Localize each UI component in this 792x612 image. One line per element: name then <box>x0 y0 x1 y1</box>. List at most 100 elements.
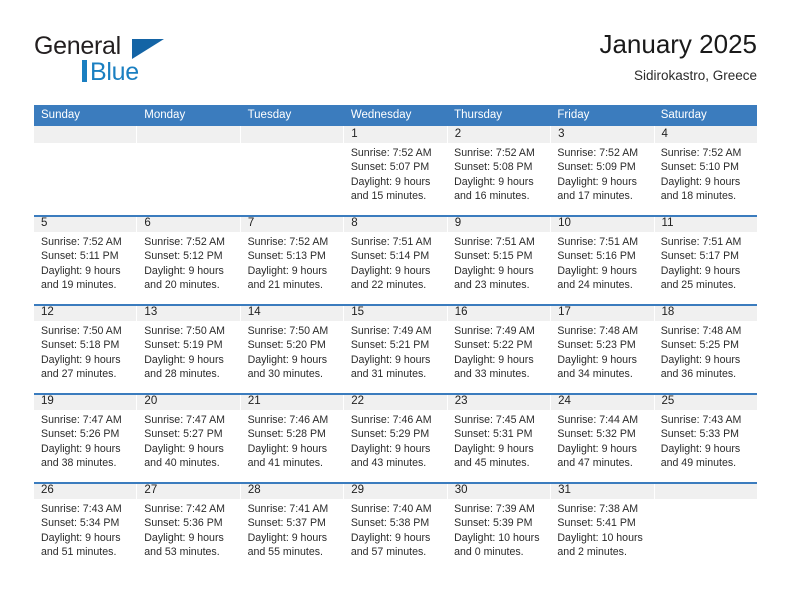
day-cell[interactable]: Sunrise: 7:47 AM Sunset: 5:27 PM Daylight:… <box>137 410 240 482</box>
day-cell[interactable]: Sunrise: 7:52 AM Sunset: 5:08 PM Daylight:… <box>447 143 550 215</box>
day-detail-line: Sunrise: 7:52 AM <box>557 147 639 159</box>
day-detail-line: Daylight: 9 hours <box>247 353 328 366</box>
day-detail-line: Sunset: 5:41 PM <box>557 517 636 530</box>
day-detail-line: Sunset: 5:21 PM <box>350 339 430 352</box>
day-detail-line: Daylight: 9 hours <box>247 264 328 277</box>
day-cell[interactable]: Sunrise: 7:40 AM Sunset: 5:38 PM Daylight:… <box>344 499 447 571</box>
day-detail-line: Sunrise: 7:50 AM <box>247 325 329 337</box>
day-cell[interactable]: Sunrise: 7:48 AM Sunset: 5:23 PM Daylight:… <box>550 321 653 393</box>
day-cell[interactable]: Sunrise: 7:44 AM Sunset: 5:32 PM Daylight:… <box>550 410 653 482</box>
day-number[interactable]: 8 <box>344 215 448 232</box>
day-cell[interactable]: Sunrise: 7:50 AM Sunset: 5:19 PM Daylight:… <box>137 321 240 393</box>
day-cell-empty <box>241 143 344 215</box>
day-cell[interactable]: Sunrise: 7:43 AM Sunset: 5:33 PM Daylight:… <box>654 410 757 482</box>
day-detail-line: Sunrise: 7:52 AM <box>660 147 742 159</box>
day-detail-line: Sunset: 5:23 PM <box>557 339 636 352</box>
day-number[interactable]: 15 <box>344 304 448 321</box>
day-number[interactable]: 2 <box>447 126 552 143</box>
day-number[interactable]: 21 <box>240 393 345 410</box>
brand-logo[interactable]: General Blue <box>34 32 234 88</box>
day-number[interactable]: 31 <box>551 482 655 499</box>
day-number[interactable]: 1 <box>344 126 448 143</box>
day-detail-line: Daylight: 9 hours <box>557 353 637 366</box>
day-cell[interactable]: Sunrise: 7:41 AM Sunset: 5:37 PM Daylight:… <box>241 499 344 571</box>
day-detail-line: Sunrise: 7:50 AM <box>41 325 122 337</box>
week-date-number-band: 1234 <box>34 126 757 143</box>
day-number[interactable]: 29 <box>344 482 448 499</box>
day-number[interactable]: 27 <box>137 482 241 499</box>
day-detail-line: Daylight: 9 hours <box>144 442 224 455</box>
day-number[interactable]: 6 <box>137 215 241 232</box>
day-detail-line: and 31 minutes. <box>350 368 427 381</box>
day-detail-line: Sunrise: 7:51 AM <box>557 236 639 248</box>
day-cell[interactable]: Sunrise: 7:38 AM Sunset: 5:41 PM Daylight:… <box>550 499 653 571</box>
day-cell[interactable]: Sunrise: 7:48 AM Sunset: 5:25 PM Daylight:… <box>654 321 757 393</box>
day-detail-line: Daylight: 9 hours <box>144 353 224 366</box>
day-detail-line: and 53 minutes. <box>144 546 220 559</box>
day-detail-line: Sunset: 5:39 PM <box>454 517 533 530</box>
day-number[interactable]: 5 <box>34 215 138 232</box>
day-number[interactable]: 7 <box>240 215 345 232</box>
day-detail-line: Sunrise: 7:46 AM <box>350 414 432 426</box>
day-cell[interactable]: Sunrise: 7:50 AM Sunset: 5:18 PM Daylight:… <box>34 321 137 393</box>
day-detail-line: Sunrise: 7:51 AM <box>454 236 535 248</box>
day-detail-line: and 15 minutes. <box>350 190 427 203</box>
day-number[interactable]: 17 <box>551 304 655 321</box>
day-number[interactable]: 23 <box>447 393 552 410</box>
day-cell[interactable]: Sunrise: 7:50 AM Sunset: 5:20 PM Daylight:… <box>241 321 344 393</box>
day-number[interactable]: 28 <box>240 482 345 499</box>
day-cell[interactable]: Sunrise: 7:39 AM Sunset: 5:39 PM Daylight:… <box>447 499 550 571</box>
day-cell[interactable]: Sunrise: 7:42 AM Sunset: 5:36 PM Daylight:… <box>137 499 240 571</box>
day-cell[interactable]: Sunrise: 7:51 AM Sunset: 5:16 PM Daylight:… <box>550 232 653 304</box>
day-detail-line: Sunrise: 7:48 AM <box>557 325 639 337</box>
day-cell[interactable]: Sunrise: 7:49 AM Sunset: 5:21 PM Daylight:… <box>344 321 447 393</box>
day-cell[interactable]: Sunrise: 7:51 AM Sunset: 5:15 PM Daylight:… <box>447 232 550 304</box>
day-cell[interactable]: Sunrise: 7:52 AM Sunset: 5:07 PM Daylight:… <box>344 143 447 215</box>
day-number[interactable]: 24 <box>551 393 655 410</box>
day-number[interactable]: 18 <box>654 304 757 321</box>
day-detail-line: and 28 minutes. <box>144 368 220 381</box>
day-number[interactable]: 26 <box>34 482 138 499</box>
day-detail-line: Sunset: 5:09 PM <box>557 161 636 174</box>
day-cell[interactable]: Sunrise: 7:43 AM Sunset: 5:34 PM Daylight:… <box>34 499 137 571</box>
day-number[interactable]: 4 <box>654 126 757 143</box>
calendar-week-row: 12 13 14 15 16 17 18 Sunrise: 7:50 AM Sunset: 5:… <box>34 304 757 393</box>
day-cell[interactable]: Sunrise: 7:52 AM Sunset: 5:09 PM Daylight:… <box>550 143 653 215</box>
day-detail-line: Sunrise: 7:43 AM <box>660 414 742 426</box>
day-detail-line: Sunrise: 7:40 AM <box>350 503 432 515</box>
day-number[interactable]: 9 <box>447 215 552 232</box>
day-cell[interactable]: Sunrise: 7:52 AM Sunset: 5:12 PM Daylight:… <box>137 232 240 304</box>
day-cell[interactable]: Sunrise: 7:52 AM Sunset: 5:13 PM Daylight:… <box>241 232 344 304</box>
day-detail-line: Sunset: 5:31 PM <box>454 428 533 441</box>
day-number[interactable]: 16 <box>447 304 552 321</box>
day-number[interactable]: 10 <box>551 215 655 232</box>
day-number[interactable]: 3 <box>551 126 655 143</box>
day-number[interactable]: 30 <box>447 482 552 499</box>
day-number[interactable]: 13 <box>137 304 241 321</box>
day-number[interactable]: 25 <box>654 393 757 410</box>
day-cell[interactable]: Sunrise: 7:52 AM Sunset: 5:11 PM Daylight:… <box>34 232 137 304</box>
day-number[interactable]: 14 <box>240 304 345 321</box>
day-detail-line: and 51 minutes. <box>41 546 117 559</box>
day-number[interactable]: 19 <box>34 393 138 410</box>
day-detail-line: Sunset: 5:07 PM <box>350 161 430 174</box>
day-detail-line: Sunset: 5:13 PM <box>247 250 326 263</box>
day-number[interactable]: 11 <box>654 215 757 232</box>
day-detail-line: and 47 minutes. <box>557 457 633 470</box>
day-cell[interactable]: Sunrise: 7:51 AM Sunset: 5:17 PM Daylight:… <box>654 232 757 304</box>
day-cell[interactable]: Sunrise: 7:52 AM Sunset: 5:10 PM Daylight:… <box>654 143 757 215</box>
day-cell[interactable]: Sunrise: 7:46 AM Sunset: 5:28 PM Daylight:… <box>241 410 344 482</box>
day-detail-line: and 19 minutes. <box>41 279 117 292</box>
day-detail-line: Daylight: 9 hours <box>660 175 741 188</box>
day-cell[interactable]: Sunrise: 7:47 AM Sunset: 5:26 PM Daylight:… <box>34 410 137 482</box>
calendar-week-row: 5 6 7 8 9 10 11 Sunrise: 7:52 AM Sunset: 5:11 PM… <box>34 215 757 304</box>
brand-accent-bar-icon <box>82 60 87 82</box>
day-number[interactable]: 12 <box>34 304 138 321</box>
day-cell[interactable]: Sunrise: 7:49 AM Sunset: 5:22 PM Daylight:… <box>447 321 550 393</box>
day-number[interactable]: 20 <box>137 393 241 410</box>
page-title: January 2025 <box>599 29 757 59</box>
day-number[interactable]: 22 <box>344 393 448 410</box>
day-cell[interactable]: Sunrise: 7:45 AM Sunset: 5:31 PM Daylight:… <box>447 410 550 482</box>
day-cell[interactable]: Sunrise: 7:51 AM Sunset: 5:14 PM Daylight:… <box>344 232 447 304</box>
day-cell[interactable]: Sunrise: 7:46 AM Sunset: 5:29 PM Daylight:… <box>344 410 447 482</box>
